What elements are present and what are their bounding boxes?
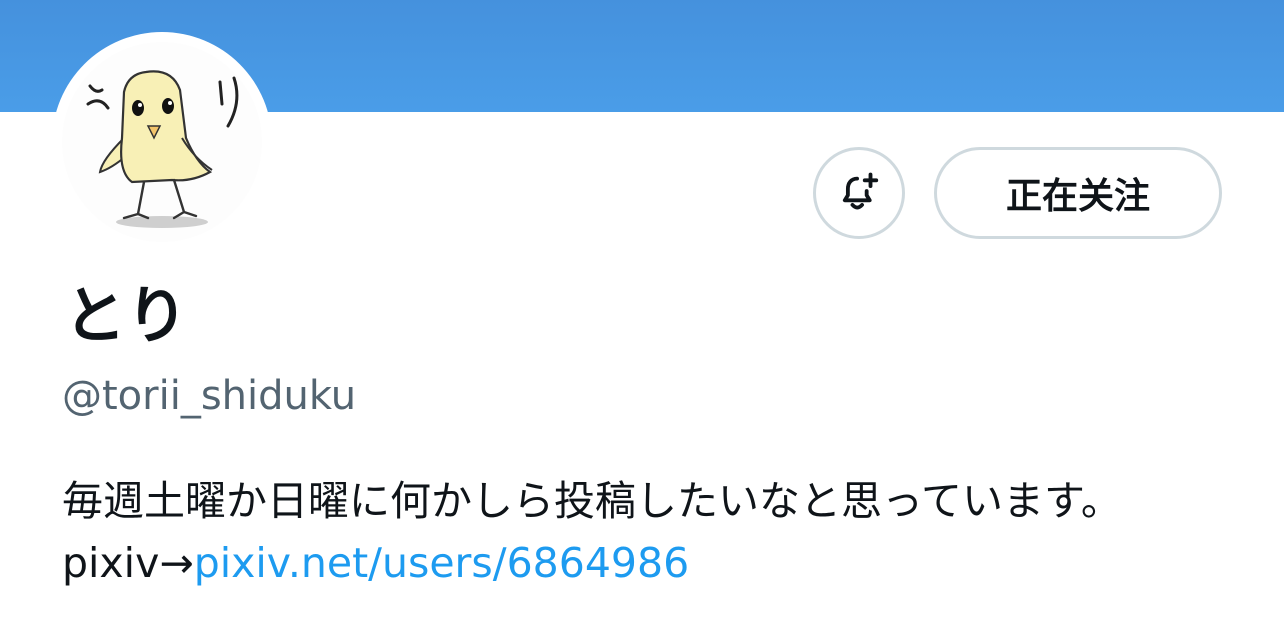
avatar[interactable]: [52, 32, 272, 252]
following-button[interactable]: 正在关注: [934, 147, 1222, 239]
bell-plus-icon: [842, 172, 879, 210]
user-handle: @torii_shiduku: [62, 373, 357, 419]
profile-bio: 毎週土曜か日曜に何かしら投稿したいなと思っています。pixiv→pixiv.ne…: [62, 470, 1242, 594]
chick-drawing-avatar: [62, 42, 262, 242]
bio-link[interactable]: pixiv.net/users/6864986: [194, 539, 689, 587]
following-button-label: 正在关注: [1005, 176, 1150, 217]
notify-button[interactable]: [813, 147, 905, 239]
display-name: とり: [64, 279, 189, 352]
